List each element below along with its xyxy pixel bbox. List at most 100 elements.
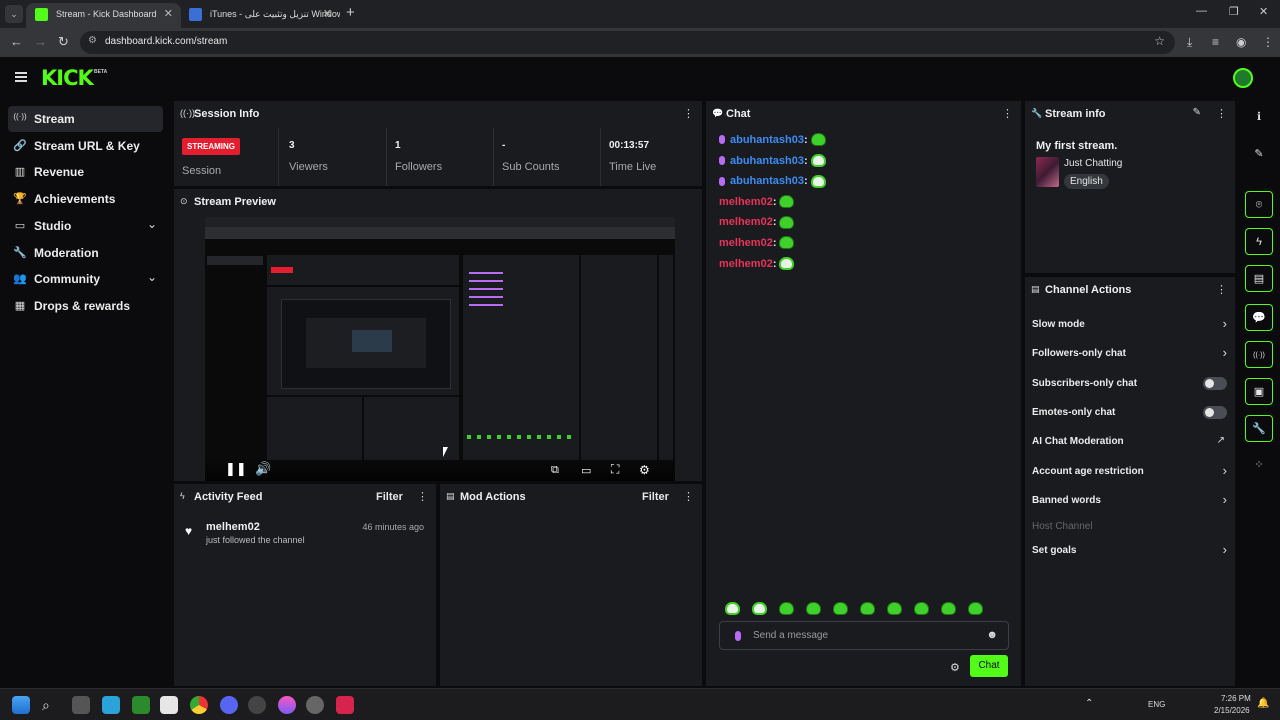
language-indicator[interactable]: ENG: [1148, 700, 1165, 709]
xbox-icon[interactable]: [132, 696, 150, 714]
emote-icon[interactable]: [779, 215, 795, 229]
emoji-picker-icon[interactable]: ☻: [986, 629, 998, 641]
sidebar-item-drops-rewards[interactable]: ▦ Drops & rewards: [8, 293, 163, 319]
chat-username[interactable]: abuhantash03: [730, 134, 804, 146]
sidebar-item-stream-url-key[interactable]: 🔗 Stream URL & Key: [8, 133, 163, 159]
browser-tab-itunes[interactable]: iTunes - تنزيل وتثبيت على Windows ✕: [180, 3, 340, 28]
chevron-down-icon[interactable]: ⌄: [147, 270, 157, 284]
focus-icon[interactable]: ⌾: [1245, 191, 1273, 218]
app-icon[interactable]: [336, 696, 354, 714]
task-view-icon[interactable]: [72, 696, 90, 714]
browser-menu-icon[interactable]: ⋮: [1262, 35, 1274, 49]
edit-icon[interactable]: ✎: [1193, 107, 1201, 118]
activity-filter-button[interactable]: Filter: [376, 491, 403, 503]
emote-icon[interactable]: [779, 602, 794, 616]
feed-username[interactable]: melhem02: [206, 521, 260, 533]
channel-action-set-goals[interactable]: Set goals ›: [1032, 541, 1227, 561]
emote-icon[interactable]: [779, 195, 795, 209]
chevron-right-icon[interactable]: ›: [1223, 492, 1227, 507]
kebab-menu-icon[interactable]: ⋮: [417, 490, 428, 503]
kebab-menu-icon[interactable]: ⋮: [1216, 107, 1227, 120]
forward-icon[interactable]: →: [34, 34, 47, 49]
toggle-switch[interactable]: [1203, 406, 1227, 419]
sidebar-item-studio[interactable]: ▭ Studio ⌄: [8, 213, 163, 239]
back-icon[interactable]: ←: [10, 34, 23, 49]
chat-username[interactable]: melhem02: [719, 237, 773, 249]
url-text[interactable]: dashboard.kick.com/stream: [105, 36, 227, 47]
kick-logo[interactable]: KICK: [41, 66, 94, 90]
discord-icon[interactable]: [220, 696, 238, 714]
restore-icon[interactable]: ❐: [1229, 5, 1239, 18]
theater-mode-icon[interactable]: ▭: [581, 464, 591, 477]
close-window-icon[interactable]: ✕: [1259, 5, 1268, 18]
notepad-icon[interactable]: [160, 696, 178, 714]
add-widget-icon[interactable]: ⁘: [1245, 452, 1273, 479]
mod-filter-button[interactable]: Filter: [642, 491, 669, 503]
external-link-icon[interactable]: ↗: [1217, 435, 1225, 446]
wrench-icon[interactable]: 🔧: [1245, 415, 1273, 442]
emote-icon[interactable]: [810, 174, 826, 188]
hamburger-menu-icon[interactable]: [15, 72, 27, 82]
clock-date[interactable]: 2/15/2026: [1214, 706, 1250, 715]
chat-username[interactable]: melhem02: [719, 196, 773, 208]
send-chat-button[interactable]: Chat: [970, 655, 1008, 677]
document-icon[interactable]: ▤: [1245, 265, 1273, 292]
volume-icon[interactable]: 🔊: [255, 461, 271, 477]
channel-action-slow-mode[interactable]: Slow mode ›: [1032, 315, 1227, 335]
notification-bell-icon[interactable]: 🔔: [1257, 698, 1269, 709]
channel-action-account-age-restriction[interactable]: Account age restriction ›: [1032, 462, 1227, 482]
search-icon[interactable]: ⌕: [42, 696, 60, 714]
chat-username[interactable]: abuhantash03: [730, 175, 804, 187]
chevron-right-icon[interactable]: ›: [1223, 463, 1227, 478]
chat-username[interactable]: melhem02: [719, 216, 773, 228]
close-tab-icon[interactable]: ✕: [164, 3, 173, 26]
emote-icon[interactable]: [806, 602, 821, 616]
kebab-menu-icon[interactable]: ⋮: [1216, 283, 1227, 296]
chrome-icon[interactable]: [190, 696, 208, 714]
sidebar-item-revenue[interactable]: ▥ Revenue: [8, 159, 163, 185]
kebab-menu-icon[interactable]: ⋮: [1002, 107, 1013, 120]
emote-icon[interactable]: [810, 153, 826, 167]
info-icon[interactable]: ℹ: [1245, 104, 1273, 131]
kebab-menu-icon[interactable]: ⋮: [683, 107, 694, 120]
chat-username[interactable]: melhem02: [719, 257, 773, 269]
channel-action-banned-words[interactable]: Banned words ›: [1032, 491, 1227, 511]
channel-action-subscribers-only-chat[interactable]: Subscribers-only chat: [1032, 374, 1227, 394]
reload-icon[interactable]: ↻: [58, 34, 69, 50]
emote-icon[interactable]: [810, 133, 826, 147]
site-info-icon[interactable]: ⚙: [88, 35, 97, 46]
chevron-right-icon[interactable]: ›: [1223, 542, 1227, 557]
streamlabs-icon[interactable]: [306, 696, 324, 714]
layout-icon[interactable]: ▣: [1245, 378, 1273, 405]
media-icon[interactable]: ≡: [1212, 35, 1219, 49]
picture-in-picture-icon[interactable]: ⧉: [551, 464, 559, 477]
obs-icon[interactable]: [248, 696, 266, 714]
channel-action-emotes-only-chat[interactable]: Emotes-only chat: [1032, 403, 1227, 423]
edit-icon[interactable]: ✎: [1245, 141, 1273, 168]
broadcast-icon[interactable]: ((·)): [1245, 341, 1273, 368]
tray-overflow-icon[interactable]: ⌃: [1085, 698, 1093, 709]
chevron-right-icon[interactable]: ›: [1223, 316, 1227, 331]
user-avatar[interactable]: [1233, 68, 1253, 88]
bookmark-star-icon[interactable]: ☆: [1154, 34, 1165, 48]
sidebar-item-moderation[interactable]: 🔧 Moderation: [8, 240, 163, 266]
itunes-icon[interactable]: [278, 696, 296, 714]
emote-icon[interactable]: [779, 256, 795, 270]
tab-search-icon[interactable]: ⌄: [5, 5, 23, 23]
player-settings-icon[interactable]: ⚙: [639, 463, 650, 477]
close-tab-icon[interactable]: ✕: [323, 3, 332, 26]
emote-icon[interactable]: [941, 602, 956, 616]
emote-icon[interactable]: [725, 602, 740, 616]
explorer-icon[interactable]: [102, 696, 120, 714]
pause-icon[interactable]: ❚❚: [225, 461, 247, 477]
emote-icon[interactable]: [968, 602, 983, 616]
emote-icon[interactable]: [860, 602, 875, 616]
windows-start-icon[interactable]: [12, 696, 30, 714]
emote-icon[interactable]: [914, 602, 929, 616]
clock-time[interactable]: 7:26 PM: [1221, 694, 1251, 703]
chat-username[interactable]: abuhantash03: [730, 154, 804, 166]
stream-video-player[interactable]: ❚❚ 🔊 ⧉ ▭ ⛶ ⚙: [205, 217, 675, 481]
profile-icon[interactable]: ◉: [1236, 35, 1246, 49]
minimize-icon[interactable]: —: [1196, 5, 1207, 17]
emote-icon[interactable]: [752, 602, 767, 616]
